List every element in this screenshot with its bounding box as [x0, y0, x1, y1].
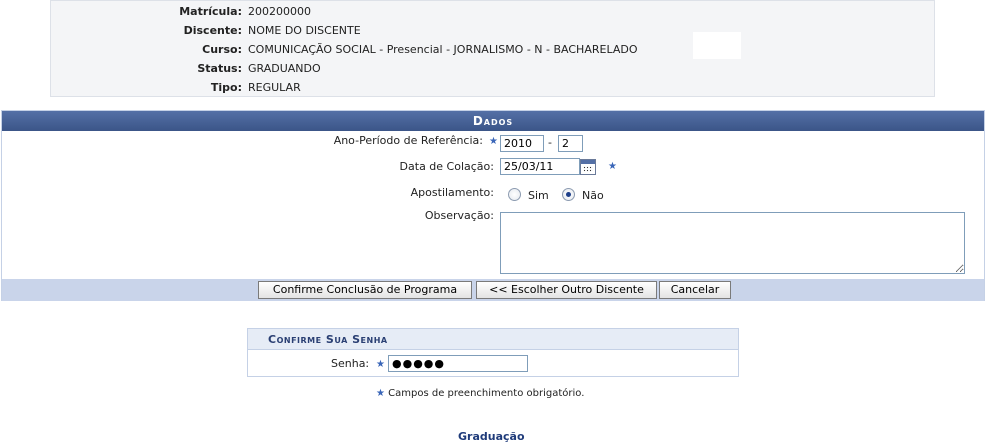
dados-form-panel: Dados Ano-Período de Referência: ★ - Dat…	[1, 110, 985, 301]
senha-input[interactable]	[388, 355, 528, 372]
curso-value: COMUNICAÇÃO SOCIAL - Presencial - JORNAL…	[248, 43, 638, 56]
choose-other-student-button[interactable]: << Escolher Outro Discente	[476, 281, 657, 299]
info-row-matricula: Matrícula: 200200000	[51, 5, 934, 23]
password-confirm-panel: Confirme Sua Senha Senha: ★	[247, 328, 739, 377]
info-row-discente: Discente: NOME DO DISCENTE	[51, 24, 934, 42]
apostilamento-sim-label: Sim	[528, 189, 549, 202]
discente-value: NOME DO DISCENTE	[248, 24, 361, 37]
cancel-button[interactable]: Cancelar	[659, 281, 731, 299]
senha-label: Senha:	[331, 357, 370, 370]
matricula-label: Matrícula:	[179, 5, 242, 18]
info-row-curso: Curso: COMUNICAÇÃO SOCIAL - Presencial -…	[51, 43, 934, 61]
required-star-icon: ★	[608, 161, 617, 172]
graduacao-link[interactable]: Graduação	[458, 430, 525, 443]
data-colacao-label: Data de Colação:	[399, 160, 494, 173]
discente-label: Discente:	[183, 24, 242, 37]
required-star-icon: ★	[376, 388, 385, 399]
apostilamento-label: Apostilamento:	[410, 186, 494, 199]
ano-periodo-separator: -	[548, 136, 552, 149]
status-value: GRADUANDO	[248, 62, 321, 75]
blank-area	[693, 32, 741, 59]
required-star-icon: ★	[489, 136, 498, 147]
tipo-value: REGULAR	[248, 81, 301, 94]
data-colacao-input[interactable]	[500, 158, 580, 175]
ano-input[interactable]	[500, 135, 544, 152]
curso-label: Curso:	[202, 43, 242, 56]
required-fields-note: ★ Campos de preenchimento obrigatório.	[376, 388, 584, 399]
calendar-icon[interactable]	[580, 159, 596, 175]
password-confirm-header: Confirme Sua Senha	[248, 329, 738, 350]
confirm-conclusion-button[interactable]: Confirme Conclusão de Programa	[258, 281, 472, 299]
apostilamento-nao-label: Não	[582, 189, 604, 202]
button-bar: Confirme Conclusão de Programa << Escolh…	[2, 279, 984, 301]
observacao-label: Observação:	[424, 209, 494, 222]
student-info-panel: Matrícula: 200200000 Discente: NOME DO D…	[50, 0, 935, 97]
matricula-value: 200200000	[248, 5, 311, 18]
dados-header: Dados	[2, 111, 984, 131]
tipo-label: Tipo:	[210, 81, 242, 94]
info-row-status: Status: GRADUANDO	[51, 62, 934, 80]
apostilamento-sim-radio[interactable]	[508, 188, 521, 201]
required-fields-text: Campos de preenchimento obrigatório.	[388, 388, 585, 399]
info-row-tipo: Tipo: REGULAR	[51, 81, 934, 99]
apostilamento-nao-radio[interactable]	[562, 188, 575, 201]
status-label: Status:	[197, 62, 242, 75]
observacao-textarea[interactable]	[500, 212, 965, 274]
ano-periodo-label: Ano-Período de Referência:	[333, 134, 483, 147]
required-star-icon: ★	[376, 359, 385, 370]
periodo-input[interactable]	[558, 135, 583, 152]
